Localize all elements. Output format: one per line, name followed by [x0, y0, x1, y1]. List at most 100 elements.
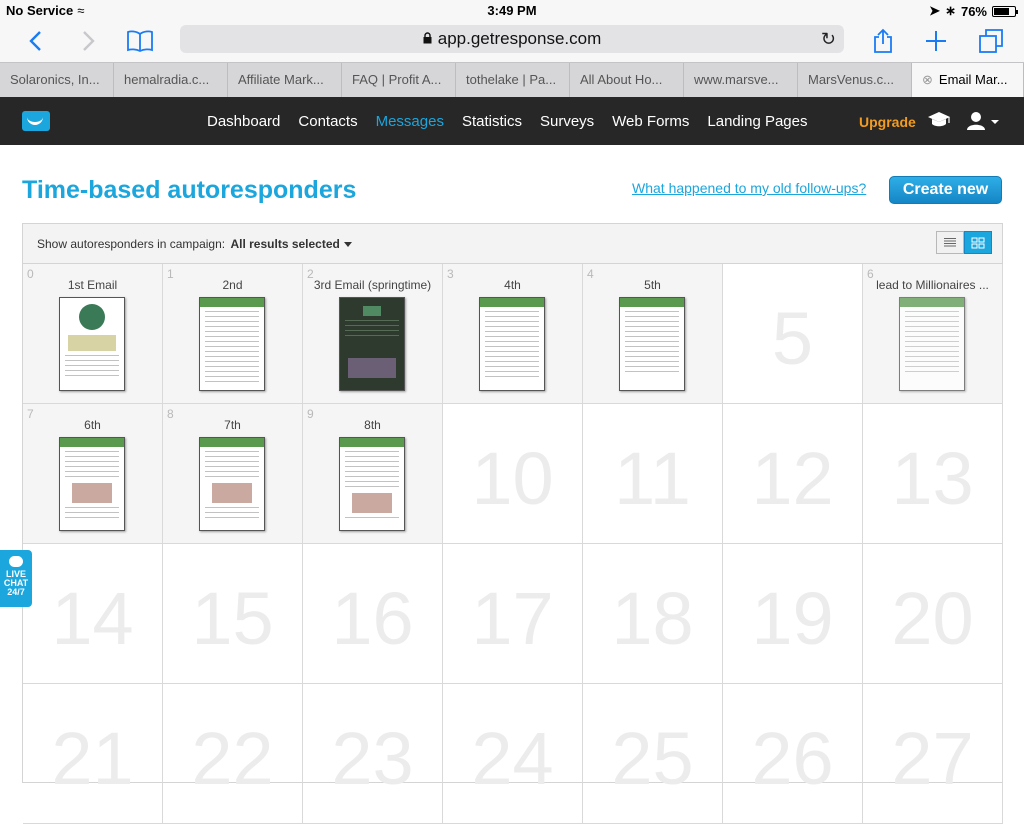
browser-tab[interactable]: www.marsve...	[684, 63, 798, 97]
grid-view-icon[interactable]	[964, 231, 992, 254]
message-thumbnail[interactable]	[899, 297, 965, 391]
day-cell[interactable]: 1 2nd	[163, 264, 303, 404]
url-text: app.getresponse.com	[437, 29, 602, 48]
back-icon[interactable]	[22, 24, 48, 58]
campaign-filter-dropdown[interactable]: All results selected	[230, 237, 339, 251]
message-thumbnail[interactable]	[59, 297, 125, 391]
list-view-icon[interactable]	[936, 231, 964, 254]
browser-toolbar: app.getresponse.com ↻	[0, 22, 1024, 62]
browser-tab[interactable]: Solaronics, In...	[0, 63, 114, 97]
app-navbar: Dashboard Contacts Messages Statistics S…	[0, 97, 1024, 145]
reload-icon[interactable]: ↻	[821, 25, 836, 53]
day-cell[interactable]: 0 1st Email	[23, 264, 163, 404]
getresponse-logo[interactable]	[22, 111, 50, 131]
browser-tab[interactable]: Affiliate Mark...	[228, 63, 342, 97]
main-nav: Dashboard Contacts Messages Statistics S…	[198, 97, 817, 145]
message-thumbnail[interactable]	[199, 297, 265, 391]
day-cell[interactable]: 21	[23, 684, 163, 824]
message-name[interactable]: 7th	[171, 418, 294, 432]
day-number: 10	[471, 437, 554, 520]
day-cell[interactable]: 8 7th	[163, 404, 303, 544]
day-number: 18	[611, 577, 694, 660]
day-cell[interactable]: 15	[163, 544, 303, 684]
day-cell[interactable]: 16	[303, 544, 443, 684]
bookmarks-icon[interactable]	[124, 24, 156, 58]
status-bar: No Service ≈ 3:49 PM ➤ ∗ 76%	[0, 0, 1024, 22]
day-cell[interactable]: 3 4th	[443, 264, 583, 404]
nav-statistics[interactable]: Statistics	[462, 113, 522, 130]
message-name[interactable]: 4th	[451, 278, 574, 292]
forward-icon[interactable]	[76, 24, 102, 58]
nav-surveys[interactable]: Surveys	[540, 113, 594, 130]
old-followups-link[interactable]: What happened to my old follow-ups?	[632, 180, 866, 196]
day-cell[interactable]: 7 6th	[23, 404, 163, 544]
message-name[interactable]: 5th	[591, 278, 714, 292]
browser-tab[interactable]: tothelake | Pa...	[456, 63, 570, 97]
nav-web-forms[interactable]: Web Forms	[612, 113, 689, 130]
browser-tab-label: Email Mar...	[938, 72, 1008, 87]
nav-dashboard[interactable]: Dashboard	[207, 113, 280, 130]
day-cell[interactable]: 26	[723, 684, 863, 824]
nav-landing-pages[interactable]: Landing Pages	[707, 113, 807, 130]
message-thumbnail[interactable]	[339, 437, 405, 531]
browser-tab[interactable]: FAQ | Profit A...	[342, 63, 456, 97]
message-name[interactable]: 1st Email	[31, 278, 154, 292]
day-cell[interactable]: 11	[583, 404, 723, 544]
day-cell[interactable]: 6 lead to Millionaires ...	[863, 264, 1003, 404]
day-cell[interactable]: 17	[443, 544, 583, 684]
calendar-toolbar: Show autoresponders in campaign: All res…	[23, 224, 1002, 264]
message-name[interactable]: 2nd	[171, 278, 294, 292]
day-cell[interactable]: 25	[583, 684, 723, 824]
live-chat-button[interactable]: LIVE CHAT 24/7	[0, 550, 32, 607]
message-name[interactable]: 3rd Email (springtime)	[311, 278, 434, 292]
browser-tab[interactable]: hemalradia.c...	[114, 63, 228, 97]
address-bar[interactable]: app.getresponse.com ↻	[180, 25, 844, 53]
day-cell[interactable]: 23	[303, 684, 443, 824]
message-thumbnail[interactable]	[339, 297, 405, 391]
message-name[interactable]: lead to Millionaires ...	[871, 278, 994, 292]
day-cell[interactable]: 18	[583, 544, 723, 684]
clock: 3:49 PM	[487, 3, 537, 18]
create-new-button[interactable]: Create new	[889, 176, 1002, 204]
message-thumbnail[interactable]	[59, 437, 125, 531]
day-cell[interactable]: 10	[443, 404, 583, 544]
new-tab-icon[interactable]	[922, 24, 950, 58]
user-menu-icon[interactable]	[966, 110, 1004, 132]
browser-tab[interactable]: All About Ho...	[570, 63, 684, 97]
message-thumbnail[interactable]	[479, 297, 545, 391]
day-number: 27	[891, 717, 974, 800]
nav-messages[interactable]: Messages	[376, 113, 444, 130]
chevron-down-icon[interactable]	[343, 242, 352, 248]
day-cell[interactable]: 14	[23, 544, 163, 684]
day-cell[interactable]: 13	[863, 404, 1003, 544]
message-thumbnail[interactable]	[199, 437, 265, 531]
close-tab-icon[interactable]: ⊗	[922, 72, 933, 87]
upgrade-link[interactable]: Upgrade	[859, 114, 916, 130]
day-number: 11	[614, 437, 691, 520]
tabs-overview-icon[interactable]	[976, 24, 1006, 58]
share-icon[interactable]	[870, 24, 896, 58]
day-number: 21	[51, 717, 134, 800]
day-cell[interactable]: 20	[863, 544, 1003, 684]
day-cell[interactable]: 12	[723, 404, 863, 544]
day-number: 15	[191, 577, 274, 660]
day-cell[interactable]: 27	[863, 684, 1003, 824]
day-number: 24	[471, 717, 554, 800]
message-name[interactable]: 8th	[311, 418, 434, 432]
message-name[interactable]: 6th	[31, 418, 154, 432]
browser-tab[interactable]: MarsVenus.c...	[798, 63, 912, 97]
day-cell[interactable]: 5	[723, 264, 863, 404]
day-cell[interactable]: 19	[723, 544, 863, 684]
browser-tab-active[interactable]: ⊗ Email Mar...	[912, 63, 1024, 97]
day-number: 12	[751, 437, 834, 520]
day-cell[interactable]: 9 8th	[303, 404, 443, 544]
day-cell[interactable]: 24	[443, 684, 583, 824]
autoresponder-calendar: Show autoresponders in campaign: All res…	[22, 223, 1003, 824]
day-cell[interactable]: 2 3rd Email (springtime)	[303, 264, 443, 404]
nav-contacts[interactable]: Contacts	[298, 113, 357, 130]
message-thumbnail[interactable]	[619, 297, 685, 391]
graduation-cap-icon[interactable]	[927, 109, 951, 131]
day-cell[interactable]: 22	[163, 684, 303, 824]
day-cell[interactable]: 4 5th	[583, 264, 723, 404]
day-number: 22	[191, 717, 274, 800]
